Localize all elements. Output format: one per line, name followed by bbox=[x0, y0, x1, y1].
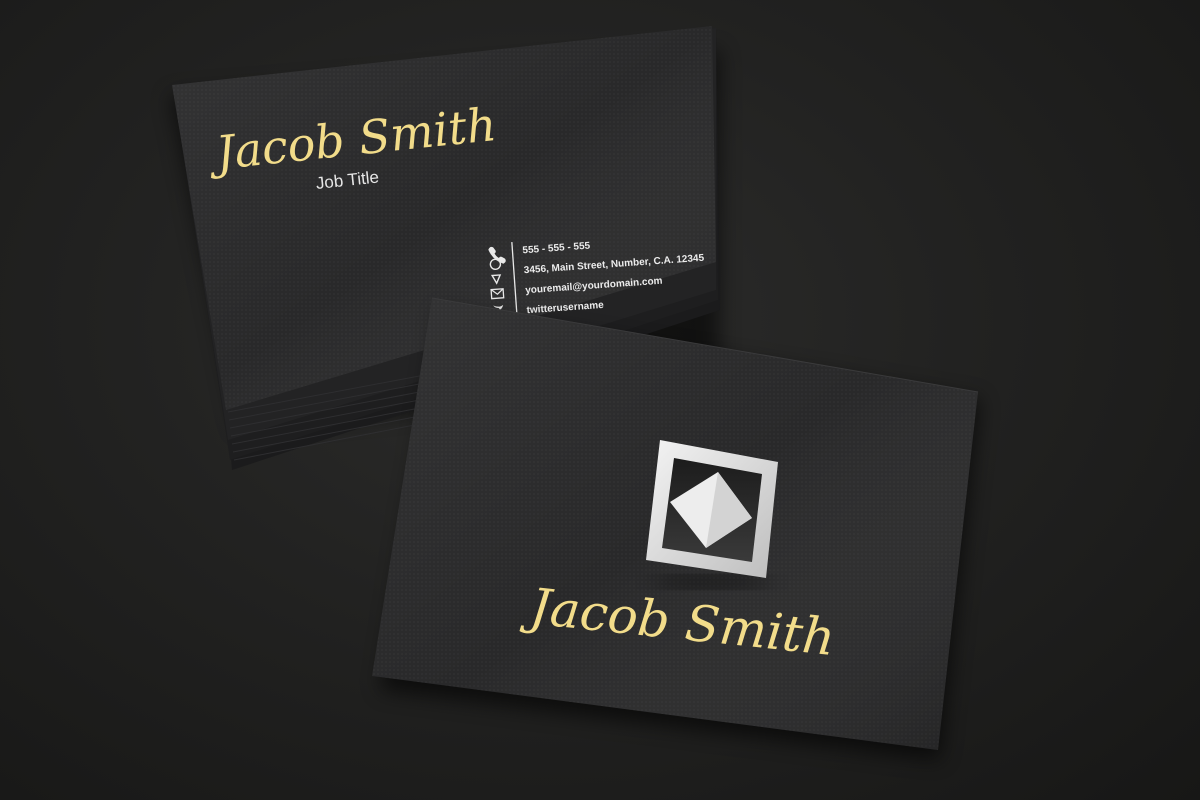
business-card-mockup-scene: Jacob Smith Job Title 555 - 555 - 555 34… bbox=[0, 0, 1200, 800]
mockup-canvas: Jacob Smith Job Title 555 - 555 - 555 34… bbox=[170, 26, 980, 760]
